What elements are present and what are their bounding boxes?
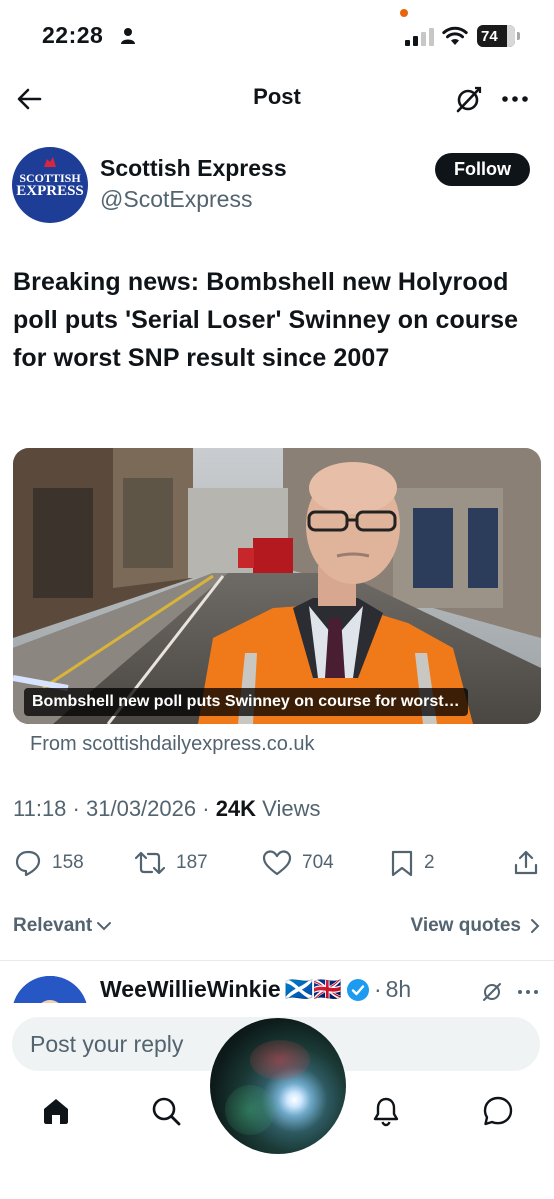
divider: [0, 960, 554, 961]
author-avatar[interactable]: SCOTTISH EXPRESS: [12, 147, 88, 223]
follow-button[interactable]: Follow: [435, 153, 530, 186]
post-text: Breaking news: Bombshell new Holyrood po…: [13, 268, 519, 372]
sort-label: Relevant: [13, 915, 93, 936]
sort-dropdown[interactable]: Relevant: [13, 915, 112, 937]
author-name[interactable]: Scottish Express: [100, 155, 287, 182]
nav-home[interactable]: [36, 1091, 76, 1131]
repost-button[interactable]: 187: [134, 849, 208, 877]
siri-glow: [225, 1085, 275, 1135]
reply-author-name: WeeWillieWinkie: [100, 976, 281, 1002]
repost-icon: [134, 851, 166, 875]
reply-author-flags: 🏴󠁧󠁢󠁳󠁣󠁴󠁿🇬🇧: [284, 976, 342, 1002]
battery-indicator: 74: [477, 25, 515, 47]
replies-sort-row: Relevant View quotes: [13, 913, 541, 943]
meta-separator: ·: [72, 796, 86, 821]
notifications-icon: [373, 1097, 399, 1127]
nav-search[interactable]: [146, 1091, 186, 1131]
siri-glow: [250, 1040, 310, 1080]
status-bar: 22:28 74: [0, 0, 554, 70]
verified-badge-icon: [346, 978, 369, 1001]
share-button[interactable]: [512, 849, 540, 877]
post-date: 31/03/2026: [86, 796, 197, 821]
messages-icon: [483, 1096, 513, 1126]
bookmark-button[interactable]: 2: [390, 849, 435, 877]
more-horizontal-icon[interactable]: [500, 84, 530, 114]
like-count: 704: [302, 852, 334, 873]
person-icon: [121, 28, 135, 44]
wifi-icon: [442, 26, 468, 45]
heart-icon: [262, 850, 292, 876]
reply-button[interactable]: 158: [14, 849, 84, 877]
status-time: 22:28: [42, 22, 104, 48]
nav-notifications[interactable]: [366, 1091, 406, 1131]
nav-messages[interactable]: [478, 1091, 518, 1131]
reply-icon: [15, 850, 41, 877]
home-icon: [44, 1099, 68, 1124]
battery-level: 74: [481, 27, 498, 45]
chevron-right-icon: [531, 919, 540, 933]
avatar-logo-line2: EXPRESS: [16, 183, 84, 199]
like-button[interactable]: 704: [262, 849, 334, 877]
more-horizontal-icon[interactable]: [516, 980, 540, 1004]
cellular-signal-icon: [405, 28, 434, 46]
post-header: Post: [0, 70, 554, 130]
bookmark-count: 2: [424, 852, 435, 873]
view-quotes-link[interactable]: View quotes: [410, 915, 541, 937]
link-card-source[interactable]: From scottishdailyexpress.co.uk: [30, 733, 315, 756]
views-count[interactable]: 24K: [216, 796, 256, 821]
post-time: 11:18: [13, 796, 67, 821]
author-handle[interactable]: @ScotExpress: [100, 186, 252, 213]
link-card-caption[interactable]: Bombshell new poll puts Swinney on cours…: [24, 688, 468, 716]
link-card-image[interactable]: [13, 448, 541, 724]
repost-count: 187: [176, 852, 208, 873]
reply-time: 8h: [385, 976, 412, 1002]
news-photo: [13, 448, 541, 724]
grok-icon[interactable]: [480, 980, 504, 1004]
recording-indicator-dot: [400, 9, 408, 17]
meta-separator: ·: [202, 796, 216, 821]
chevron-down-icon: [97, 922, 112, 931]
reply-time-sep: ·: [373, 976, 382, 1002]
reply-count: 158: [52, 852, 84, 873]
views-label: Views: [262, 796, 321, 821]
view-quotes-label: View quotes: [410, 915, 521, 936]
lion-emblem-icon: [44, 157, 56, 167]
battery-cap: [517, 32, 520, 40]
post-actions: 158 187 704 2: [0, 843, 554, 883]
share-icon: [514, 850, 538, 875]
siri-orb[interactable]: [210, 1018, 346, 1154]
search-icon: [152, 1097, 181, 1126]
bookmark-icon: [391, 850, 413, 877]
reply-author-row[interactable]: WeeWillieWinkie 🏴󠁧󠁢󠁳󠁣󠁴󠁿🇬🇧 · 8h: [100, 976, 411, 1003]
post-meta: 11:18 · 31/03/2026 · 24K Views: [13, 796, 320, 822]
grok-icon[interactable]: [452, 84, 484, 116]
